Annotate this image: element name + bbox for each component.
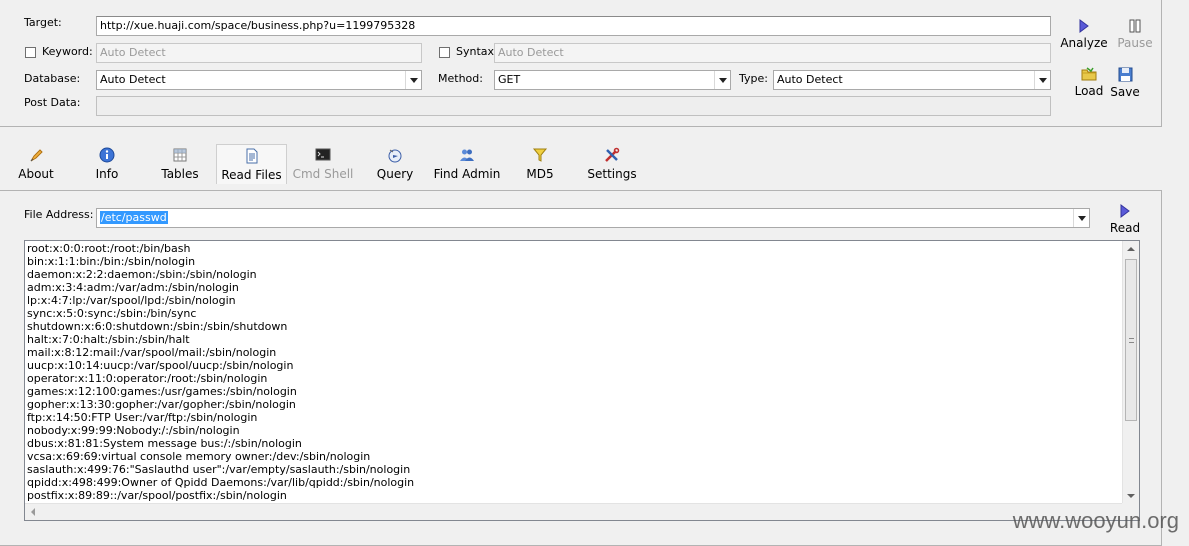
file-content-line: vcsa:x:69:69:virtual console memory owne…: [27, 450, 371, 463]
syntax-input[interactable]: Auto Detect: [494, 43, 1051, 63]
database-select[interactable]: Auto Detect: [96, 70, 422, 90]
tab-cmd-shell-label: Cmd Shell: [292, 167, 354, 181]
info-icon: [99, 147, 115, 163]
floppy-disk-icon: [1118, 67, 1132, 82]
load-label: Load: [1074, 84, 1104, 98]
file-content-line: uucp:x:10:14:uucp:/var/spool/uucp:/sbin/…: [27, 359, 294, 372]
file-address-value: /etc/passwd: [100, 211, 168, 224]
file-content-line: gopher:x:13:30:gopher:/var/gopher:/sbin/…: [27, 398, 296, 411]
tab-md5-label: MD5: [526, 167, 554, 181]
read-button[interactable]: Read: [1106, 204, 1144, 235]
about-icon: [30, 149, 43, 162]
file-content-line: saslauth:x:499:76:"Saslauthd user":/var/…: [27, 463, 411, 476]
file-content-line: lp:x:4:7:lp:/var/spool/lpd:/sbin/nologin: [27, 294, 236, 307]
chevron-down-icon: [1034, 71, 1050, 89]
post-data-label: Post Data:: [24, 96, 81, 109]
load-button[interactable]: Load: [1070, 67, 1108, 98]
md5-icon: [532, 148, 548, 162]
syntax-checkbox[interactable]: [439, 47, 450, 58]
pause-icon: [1129, 19, 1141, 33]
file-address-combobox[interactable]: /etc/passwd: [96, 208, 1090, 228]
tab-query[interactable]: Query: [375, 144, 415, 184]
file-content-line: halt:x:7:0:halt:/sbin:/sbin/halt: [27, 333, 190, 346]
file-content-line: ftp:x:14:50:FTP User:/var/ftp:/sbin/nolo…: [27, 411, 258, 424]
post-data-input[interactable]: [96, 96, 1051, 116]
tab-info[interactable]: Info: [88, 144, 126, 184]
analyze-button[interactable]: Analyze: [1058, 19, 1110, 50]
type-select[interactable]: Auto Detect: [773, 70, 1051, 90]
grip-icon: [1129, 338, 1134, 343]
chevron-down-icon: [405, 71, 421, 89]
keyword-checkbox[interactable]: [25, 47, 36, 58]
tab-info-label: Info: [95, 167, 119, 181]
tab-find-admin[interactable]: Find Admin: [432, 144, 502, 184]
vertical-scrollbar[interactable]: [1122, 241, 1139, 504]
pause-button[interactable]: Pause: [1112, 19, 1158, 50]
tab-about-label: About: [18, 167, 54, 181]
folder-icon: [1081, 67, 1097, 81]
file-content-line: mail:x:8:12:mail:/var/spool/mail:/sbin/n…: [27, 346, 277, 359]
database-label: Database:: [24, 72, 81, 85]
method-label: Method:: [438, 72, 483, 85]
chevron-down-icon: [1073, 209, 1089, 227]
scroll-up-arrow-icon[interactable]: [1127, 247, 1135, 251]
tab-tables-label: Tables: [161, 167, 199, 181]
type-select-value: Auto Detect: [777, 73, 843, 86]
tab-md5[interactable]: MD5: [522, 144, 558, 184]
query-icon: [388, 149, 402, 163]
target-label: Target:: [24, 16, 62, 29]
tables-icon: [173, 148, 187, 162]
tab-settings-label: Settings: [587, 167, 637, 181]
tab-find-admin-label: Find Admin: [433, 167, 501, 181]
play-icon: [1120, 204, 1130, 218]
target-url-input[interactable]: http://xue.huaji.com/space/business.php?…: [96, 16, 1051, 36]
scrollbar-thumb[interactable]: [1125, 259, 1137, 421]
read-label: Read: [1109, 221, 1141, 235]
file-content-line: root:x:0:0:root:/root:/bin/bash: [27, 242, 191, 255]
file-content-line: operator:x:11:0:operator:/root:/sbin/nol…: [27, 372, 268, 385]
file-content-line: bin:x:1:1:bin:/bin:/sbin/nologin: [27, 255, 196, 268]
analyze-label: Analyze: [1060, 36, 1108, 50]
keyword-label: Keyword:: [42, 45, 93, 58]
tab-settings[interactable]: Settings: [586, 144, 638, 184]
tab-cmd-shell[interactable]: Cmd Shell: [291, 144, 355, 184]
file-content-line: shutdown:x:6:0:shutdown:/sbin:/sbin/shut…: [27, 320, 288, 333]
file-content-line: games:x:12:100:games:/usr/games:/sbin/no…: [27, 385, 297, 398]
file-content-line: daemon:x:2:2:daemon:/sbin:/sbin/nologin: [27, 268, 257, 281]
method-select[interactable]: GET: [494, 70, 731, 90]
file-content-line: qpidd:x:498:499:Owner of Qpidd Daemons:/…: [27, 476, 415, 489]
scroll-left-arrow-icon[interactable]: [31, 508, 35, 516]
save-label: Save: [1110, 85, 1140, 99]
read-files-icon: [246, 148, 257, 164]
file-content-line: dbus:x:81:81:System message bus:/:/sbin/…: [27, 437, 302, 450]
file-content-output[interactable]: root:x:0:0:root:/root:/bin/bash bin:x:1:1…: [24, 240, 1140, 521]
file-content-line: nobody:x:99:99:Nobody:/:/sbin/nologin: [27, 424, 240, 437]
tab-about[interactable]: About: [14, 144, 58, 184]
syntax-label: Syntax:: [456, 45, 498, 58]
cmd-shell-icon: [315, 148, 331, 161]
file-address-label: File Address:: [24, 208, 94, 221]
pause-label: Pause: [1117, 36, 1153, 50]
horizontal-scrollbar[interactable]: [25, 503, 1124, 520]
file-content-line: adm:x:3:4:adm:/var/adm:/sbin/nologin: [27, 281, 239, 294]
scroll-down-arrow-icon[interactable]: [1127, 494, 1135, 498]
file-content-lines: root:x:0:0:root:/root:/bin/bash bin:x:1:1…: [27, 242, 414, 502]
tab-read-files[interactable]: Read Files: [216, 144, 287, 184]
tab-tables[interactable]: Tables: [156, 144, 204, 184]
method-select-value: GET: [498, 73, 521, 86]
play-icon: [1079, 19, 1089, 33]
settings-icon: [605, 147, 620, 162]
tab-query-label: Query: [376, 167, 414, 181]
chevron-down-icon: [714, 71, 730, 89]
find-admin-icon: [460, 149, 474, 161]
type-label: Type:: [739, 72, 768, 85]
file-content-line: sync:x:5:0:sync:/sbin:/bin/sync: [27, 307, 197, 320]
save-button[interactable]: Save: [1108, 67, 1142, 99]
keyword-input[interactable]: Auto Detect: [96, 43, 422, 63]
tab-read-files-label: Read Files: [221, 168, 282, 182]
database-select-value: Auto Detect: [100, 73, 166, 86]
watermark: www.wooyun.org: [1012, 508, 1179, 533]
file-content-line: postfix:x:89:89::/var/spool/postfix:/sbi…: [27, 489, 287, 502]
